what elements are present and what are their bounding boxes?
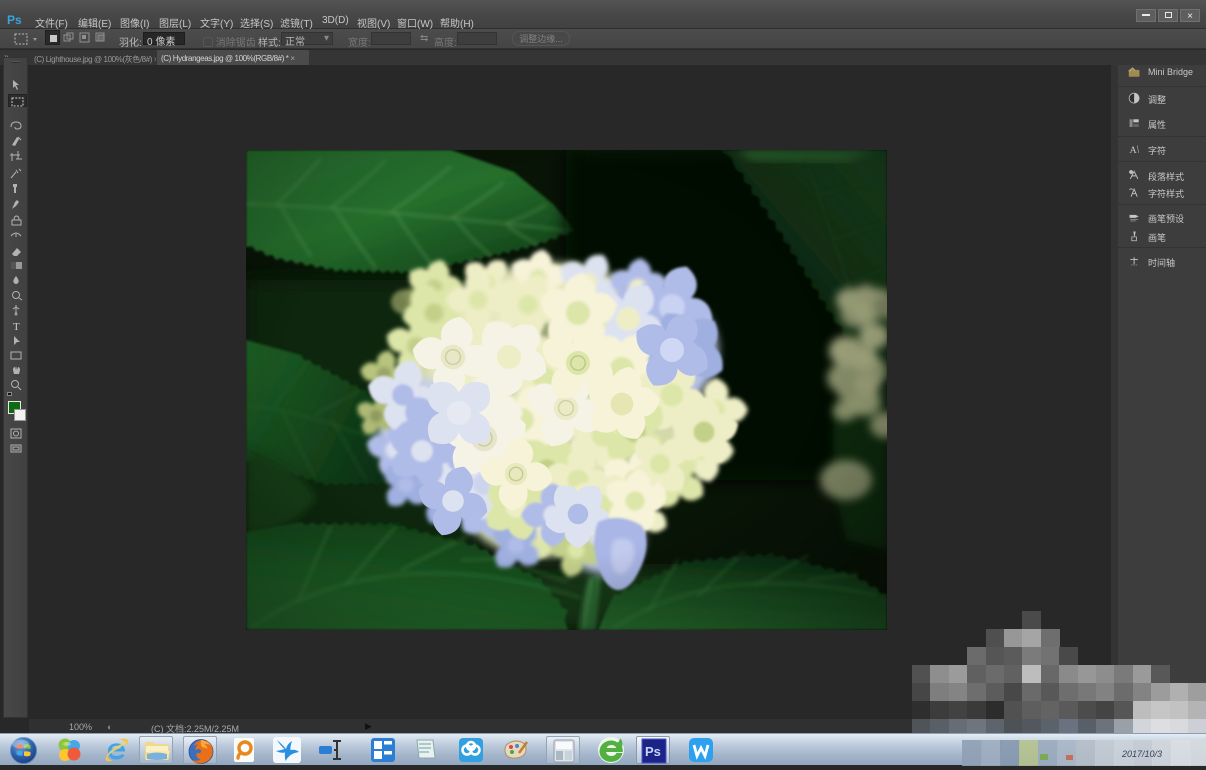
svg-text:T: T bbox=[13, 321, 20, 331]
svg-text:Ps: Ps bbox=[645, 744, 661, 759]
svg-text:A: A bbox=[1130, 145, 1138, 156]
